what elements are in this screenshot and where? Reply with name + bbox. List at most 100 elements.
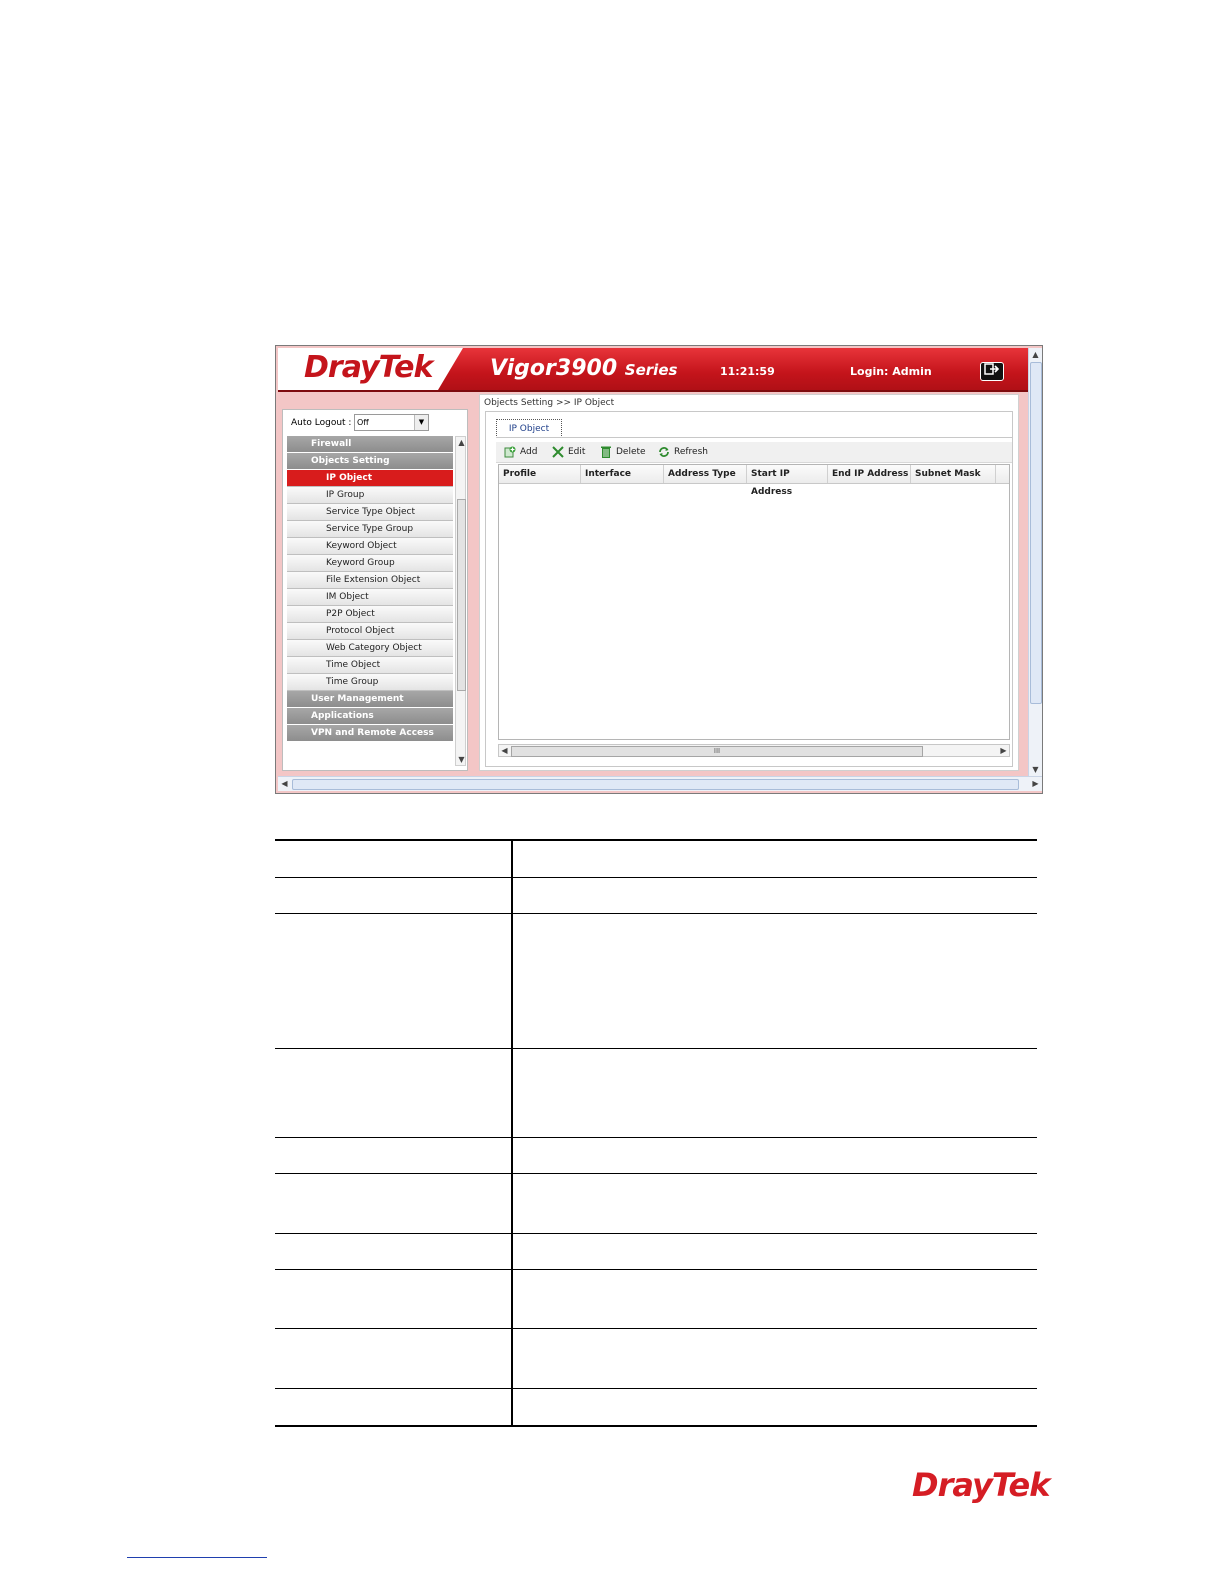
sidebar-scrollbar[interactable]: ▲ ▼: [455, 436, 466, 766]
scroll-down-icon[interactable]: ▼: [1030, 764, 1041, 775]
table-row: [275, 1174, 1037, 1234]
ip-object-grid: Profile Interface Address Type Start IP …: [498, 464, 1010, 740]
table-row: [275, 1049, 1037, 1138]
sidebar-item-ip-object[interactable]: IP Object: [287, 470, 453, 487]
edit-label: Edit: [568, 447, 586, 457]
brand-logo: DrayTek: [304, 350, 433, 385]
scroll-right-icon[interactable]: ▶: [998, 745, 1009, 756]
toolbar: Add Edit Delete Refresh: [496, 442, 1012, 463]
sidebar-item-vpn-remote-access[interactable]: VPN and Remote Access: [287, 725, 453, 742]
sidebar-item-keyword-object[interactable]: Keyword Object: [287, 538, 453, 555]
logout-glyph: [984, 363, 1000, 375]
model-number: Vigor3900: [490, 356, 618, 381]
sidebar-item-file-extension-object[interactable]: File Extension Object: [287, 572, 453, 589]
table-row: [275, 840, 1037, 878]
table-cell: [275, 1329, 513, 1388]
sidebar-item-applications[interactable]: Applications: [287, 708, 453, 725]
column-profile[interactable]: Profile: [499, 465, 581, 483]
sidebar-item-ip-group[interactable]: IP Group: [287, 487, 453, 504]
auto-logout-label: Auto Logout :: [291, 418, 352, 428]
refresh-button[interactable]: Refresh: [658, 445, 708, 459]
sidebar-item-im-object[interactable]: IM Object: [287, 589, 453, 606]
footer-logo: DrayTek: [912, 1466, 1050, 1504]
sidebar-item-objects-setting[interactable]: Objects Setting: [287, 453, 453, 470]
tab-divider: [496, 437, 1012, 438]
table-row: [275, 1329, 1037, 1389]
window-vscroll-thumb[interactable]: [1030, 362, 1042, 704]
table-row: [275, 1138, 1037, 1174]
add-button[interactable]: Add: [504, 445, 537, 459]
sidebar-item-web-category-object[interactable]: Web Category Object: [287, 640, 453, 657]
table-cell: [275, 1174, 513, 1233]
delete-label: Delete: [616, 447, 646, 457]
scroll-down-icon[interactable]: ▼: [456, 754, 467, 765]
model-suffix: Series: [624, 361, 678, 379]
sidebar-menu: Firewall Objects Setting IP Object IP Gr…: [287, 436, 453, 768]
edit-button[interactable]: Edit: [552, 445, 585, 459]
table-cell: [275, 840, 513, 877]
column-interface[interactable]: Interface: [581, 465, 664, 483]
add-icon: [504, 446, 516, 457]
sidebar-item-protocol-object[interactable]: Protocol Object: [287, 623, 453, 640]
table-row: [275, 914, 1037, 1049]
table-cell: [275, 1049, 513, 1137]
table-cell: [275, 1234, 513, 1269]
table-bottom-rule: [275, 1425, 1037, 1427]
add-label: Add: [520, 447, 538, 457]
refresh-icon: [659, 446, 669, 457]
table-cell: [275, 1389, 513, 1425]
window-hscrollbar[interactable]: ◀ ▶: [278, 776, 1042, 791]
window-hscroll-thumb[interactable]: [292, 779, 1019, 790]
refresh-label: Refresh: [674, 447, 708, 457]
delete-button[interactable]: Delete: [600, 445, 646, 459]
table-row: [275, 878, 1037, 914]
scroll-up-icon[interactable]: ▲: [1030, 349, 1041, 360]
sidebar-item-time-object[interactable]: Time Object: [287, 657, 453, 674]
scroll-left-icon[interactable]: ◀: [279, 778, 290, 789]
sidebar-scroll-thumb[interactable]: [457, 499, 466, 691]
column-end-ip[interactable]: End IP Address: [828, 465, 911, 483]
table-cell: [275, 914, 513, 1048]
table-row: [275, 1270, 1037, 1329]
sidebar-item-keyword-group[interactable]: Keyword Group: [287, 555, 453, 572]
scroll-right-icon[interactable]: ▶: [1030, 778, 1041, 789]
auto-logout-value: Off: [357, 418, 369, 427]
table-cell: [275, 1138, 513, 1173]
grid-header: Profile Interface Address Type Start IP …: [499, 465, 1009, 497]
breadcrumb: Objects Setting >> IP Object: [484, 398, 615, 408]
table-row: [275, 1389, 1037, 1425]
content-box: IP Object Add Edit Delete Refresh Profil…: [485, 411, 1013, 767]
auto-logout-select[interactable]: Off ▼: [354, 414, 429, 431]
sidebar-item-time-group[interactable]: Time Group: [287, 674, 453, 691]
sidebar-item-user-management[interactable]: User Management: [287, 691, 453, 708]
scroll-up-icon[interactable]: ▲: [456, 437, 467, 448]
left-nav-panel: Auto Logout : Off ▼ Firewall Objects Set…: [282, 409, 468, 771]
sidebar-item-service-type-object[interactable]: Service Type Object: [287, 504, 453, 521]
sidebar-item-p2p-object[interactable]: P2P Object: [287, 606, 453, 623]
model-name: Vigor3900 Series: [490, 356, 677, 381]
sidebar-item-firewall[interactable]: Firewall: [287, 436, 453, 453]
trash-icon: [601, 446, 611, 458]
column-start-ip[interactable]: Start IP Address: [747, 465, 828, 497]
column-address-type[interactable]: Address Type: [664, 465, 747, 483]
login-status: Login: Admin: [850, 365, 932, 378]
grid-hscroll-thumb[interactable]: III: [511, 746, 923, 757]
description-table: [275, 840, 1037, 1425]
table-row: [275, 1234, 1037, 1270]
screenshot-frame: DrayTek Vigor3900 Series 11:21:59 Login:…: [275, 345, 1043, 794]
main-panel: Objects Setting >> IP Object IP Object A…: [479, 394, 1019, 771]
table-cell: [275, 878, 513, 913]
tab-ip-object[interactable]: IP Object: [496, 419, 562, 438]
edit-icon: [552, 445, 564, 458]
column-subnet-mask[interactable]: Subnet Mask: [911, 465, 996, 483]
grid-hscrollbar[interactable]: ◀ III ▶: [498, 744, 1010, 757]
header-banner: DrayTek Vigor3900 Series 11:21:59 Login:…: [278, 348, 1028, 392]
scroll-left-icon[interactable]: ◀: [499, 745, 510, 756]
clock: 11:21:59: [720, 365, 775, 378]
sidebar-item-service-type-group[interactable]: Service Type Group: [287, 521, 453, 538]
logout-icon[interactable]: [980, 362, 1004, 381]
chevron-down-icon[interactable]: ▼: [414, 415, 428, 430]
table-cell: [275, 1270, 513, 1328]
footer-link-underline: [127, 1557, 267, 1558]
window-vscrollbar[interactable]: ▲ ▼: [1028, 348, 1042, 776]
